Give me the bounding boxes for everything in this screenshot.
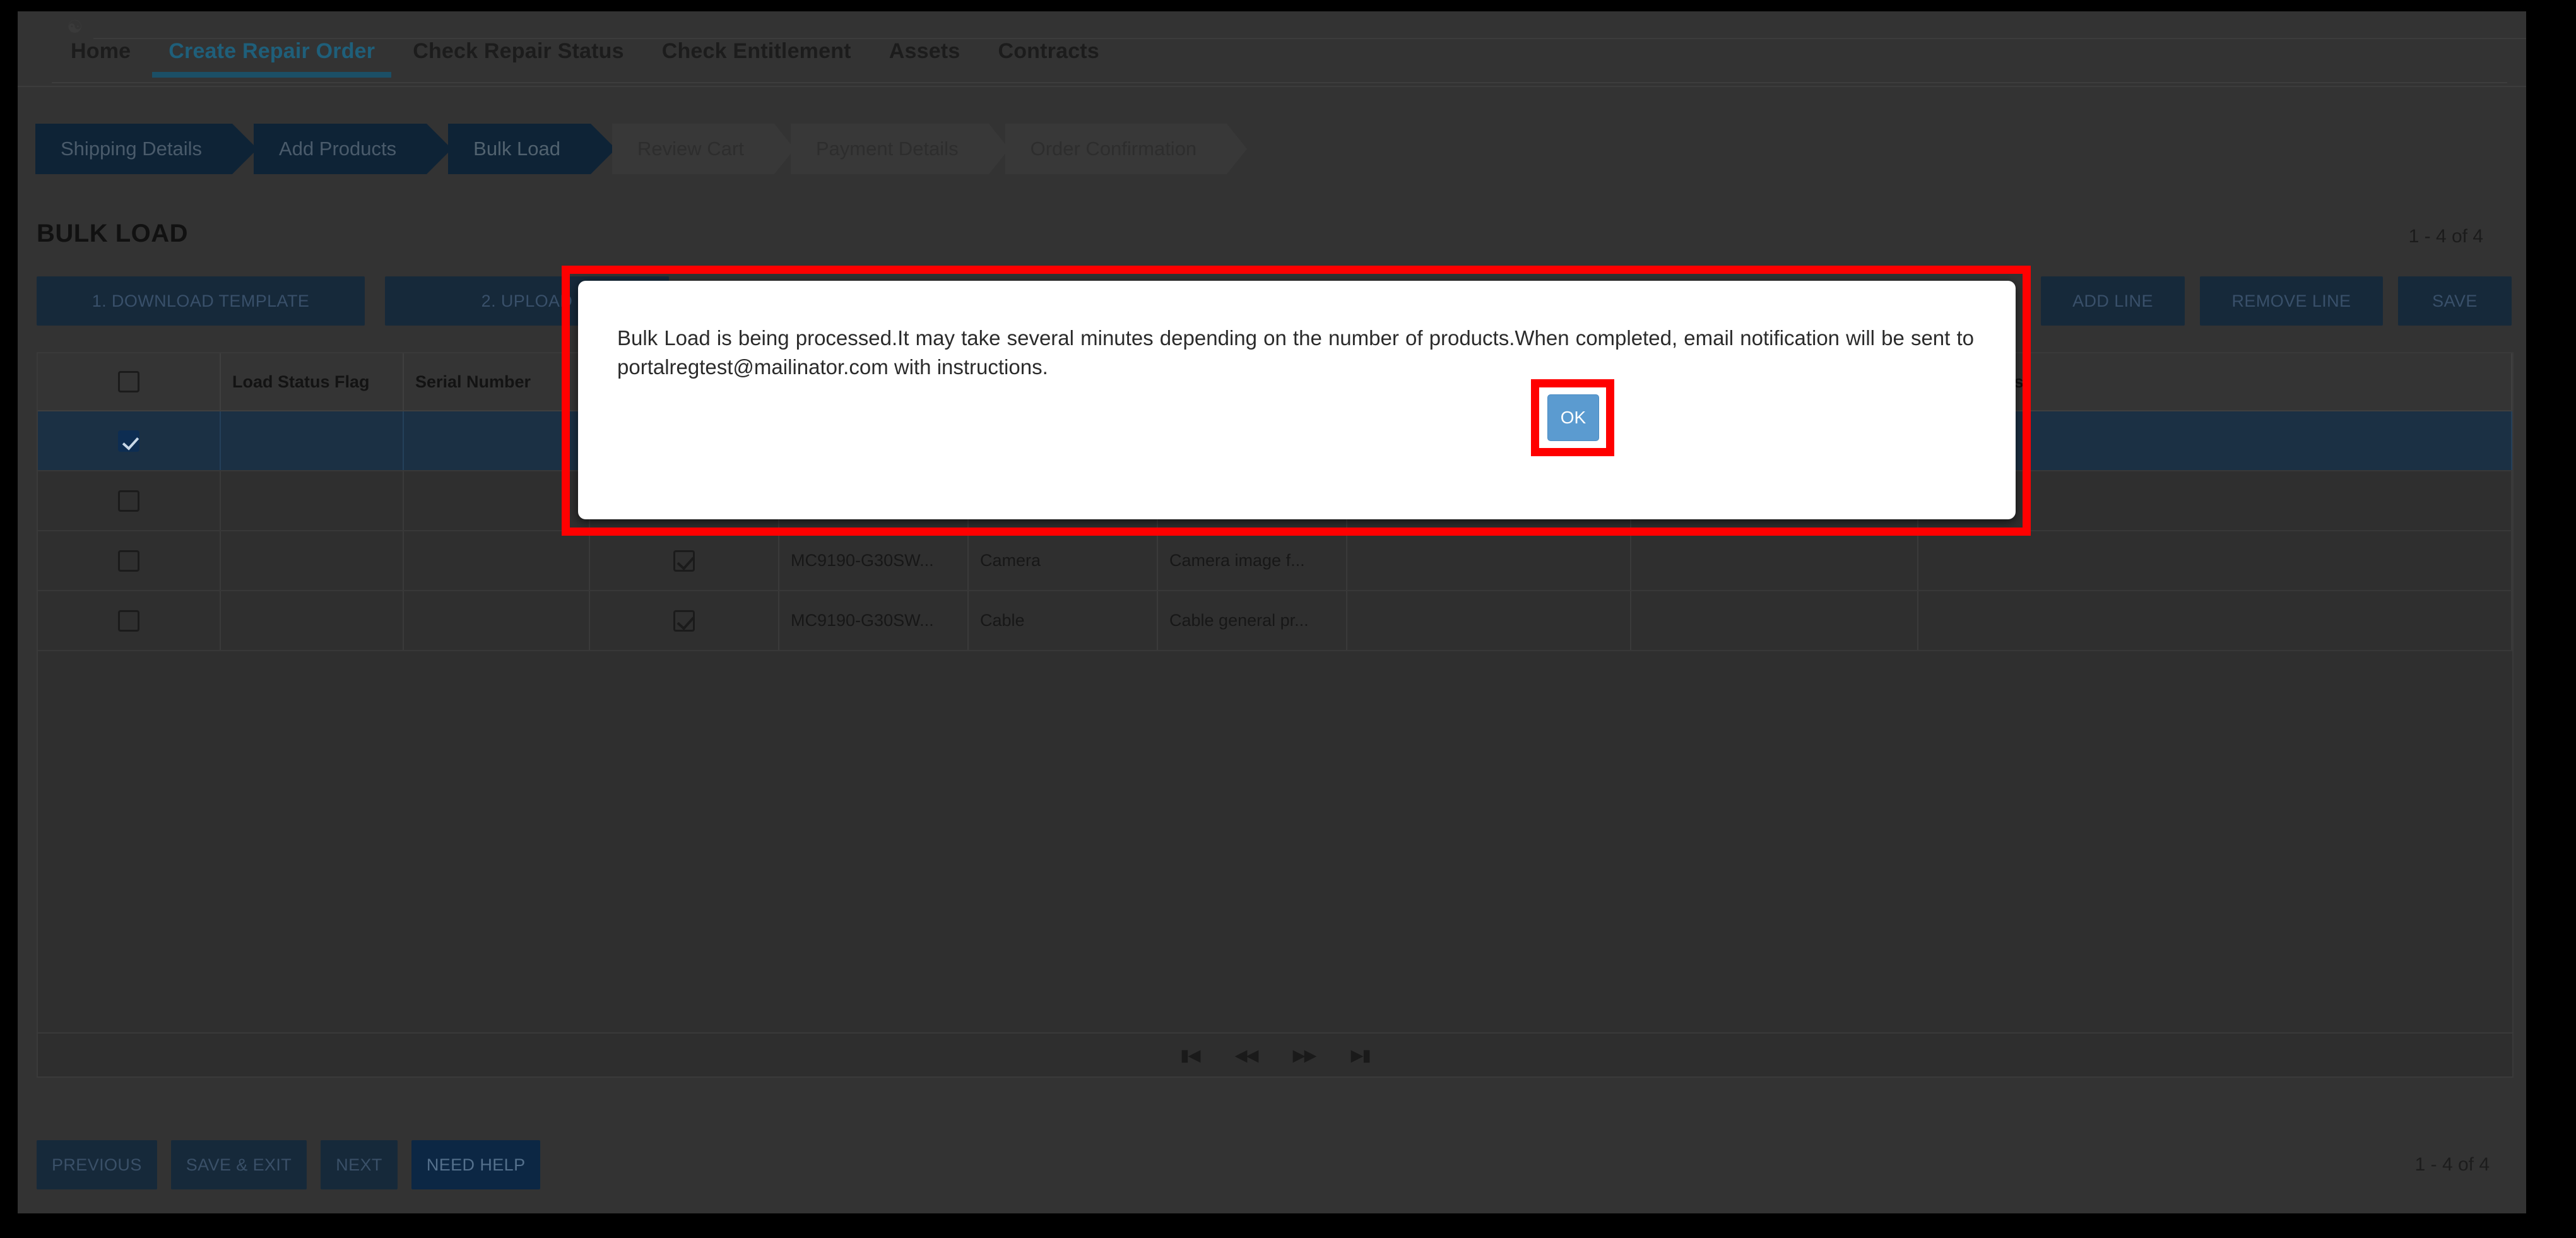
need-help-button[interactable]: NEED HELP (411, 1140, 541, 1189)
nav-bottom-divider (52, 82, 2507, 83)
cell-error-notes (1918, 591, 2512, 650)
wizard-step-review-cart[interactable]: Review Cart (612, 124, 795, 174)
row-checkbox[interactable] (118, 430, 139, 452)
grid-header-load-status-flag[interactable]: Load Status Flag (221, 353, 404, 410)
cell-model: MC9190-G30SW... (779, 531, 969, 590)
page-title: BULK LOAD (37, 220, 189, 247)
previous-page-icon[interactable]: ◀◀ (1235, 1046, 1259, 1065)
row-flag-checkbox[interactable] (673, 610, 695, 632)
cell-error-notes (1918, 531, 2512, 590)
dialog-highlight-box (562, 266, 2031, 536)
cell-col8 (1347, 531, 1631, 590)
row-select-cell[interactable] (38, 471, 221, 530)
nav-tab-contracts[interactable]: Contracts (979, 39, 1118, 78)
last-page-icon[interactable]: ▶▮ (1351, 1046, 1371, 1065)
app-logo-icon: ☯ (67, 17, 83, 37)
grid-header-select-all[interactable] (38, 353, 221, 410)
previous-button[interactable]: PREVIOUS (37, 1140, 157, 1189)
wizard-step-add-products[interactable]: Add Products (254, 124, 452, 174)
remove-line-button[interactable]: REMOVE LINE (2200, 276, 2383, 326)
cell-load-status-flag (221, 471, 404, 530)
cell-flag2 (590, 591, 779, 650)
cell-load-status-flag (221, 531, 404, 590)
row-checkbox[interactable] (118, 550, 139, 572)
cell-col9 (1631, 591, 1918, 650)
top-navigation-bar: ☯ Home Create Repair Order Check Repair … (18, 11, 2526, 87)
application-viewport: ☯ Home Create Repair Order Check Repair … (18, 11, 2526, 1213)
cell-flag2 (590, 531, 779, 590)
row-checkbox[interactable] (118, 610, 139, 632)
table-row[interactable]: MC9190-G30SW... Cable Cable general pr..… (38, 591, 2512, 651)
row-select-cell[interactable] (38, 531, 221, 590)
first-page-icon[interactable]: ▮◀ (1180, 1046, 1200, 1065)
download-template-button[interactable]: 1. DOWNLOAD TEMPLATE (37, 276, 365, 326)
nav-tab-assets[interactable]: Assets (870, 39, 979, 78)
wizard-step-payment-details[interactable]: Payment Details (790, 124, 1009, 174)
cell-serial-number (404, 591, 590, 650)
add-line-button[interactable]: ADD LINE (2041, 276, 2185, 326)
cell-col8 (1347, 591, 1631, 650)
wizard-step-order-confirmation[interactable]: Order Confirmation (1005, 124, 1247, 174)
wizard-step-bar: Shipping Details Add Products Bulk Load … (35, 124, 1247, 174)
grid-pagination-bar: ▮◀ ◀◀ ▶▶ ▶▮ (38, 1032, 2512, 1076)
row-checkbox[interactable] (118, 490, 139, 512)
cell-load-status-flag (221, 411, 404, 470)
row-flag-checkbox[interactable] (673, 550, 695, 572)
row-select-cell[interactable] (38, 411, 221, 470)
save-button[interactable]: SAVE (2398, 276, 2512, 326)
save-and-exit-button[interactable]: SAVE & EXIT (170, 1140, 307, 1189)
next-page-icon[interactable]: ▶▶ (1293, 1046, 1317, 1065)
cell-model: MC9190-G30SW... (779, 591, 969, 650)
cell-description: Camera image f... (1158, 531, 1347, 590)
screen-frame: ☯ Home Create Repair Order Check Repair … (0, 0, 2576, 1238)
nav-tab-create-repair-order[interactable]: Create Repair Order (150, 39, 394, 78)
wizard-step-shipping-details[interactable]: Shipping Details (35, 124, 258, 174)
nav-tab-check-entitlement[interactable]: Check Entitlement (643, 39, 870, 78)
table-row[interactable]: MC9190-G30SW... Camera Camera image f... (38, 531, 2512, 591)
nav-tab-home[interactable]: Home (52, 39, 150, 78)
wizard-step-bulk-load[interactable]: Bulk Load (448, 124, 616, 174)
record-count-top: 1 - 4 of 4 (2408, 226, 2483, 247)
row-select-cell[interactable] (38, 591, 221, 650)
next-button[interactable]: NEXT (321, 1140, 398, 1189)
nav-tab-check-repair-status[interactable]: Check Repair Status (394, 39, 642, 78)
record-count-bottom: 1 - 4 of 4 (2414, 1154, 2490, 1175)
nav-tab-list: Home Create Repair Order Check Repair St… (52, 39, 1118, 78)
cell-load-status-flag (221, 591, 404, 650)
ok-button-highlight-box (1531, 379, 1614, 456)
cell-description: Cable general pr... (1158, 591, 1347, 650)
cell-col9 (1631, 531, 1918, 590)
cell-part: Camera (969, 531, 1158, 590)
select-all-checkbox[interactable] (118, 371, 139, 392)
wizard-action-bar: PREVIOUS SAVE & EXIT NEXT NEED HELP 1 - … (37, 1140, 2514, 1189)
cell-part: Cable (969, 591, 1158, 650)
cell-serial-number (404, 531, 590, 590)
